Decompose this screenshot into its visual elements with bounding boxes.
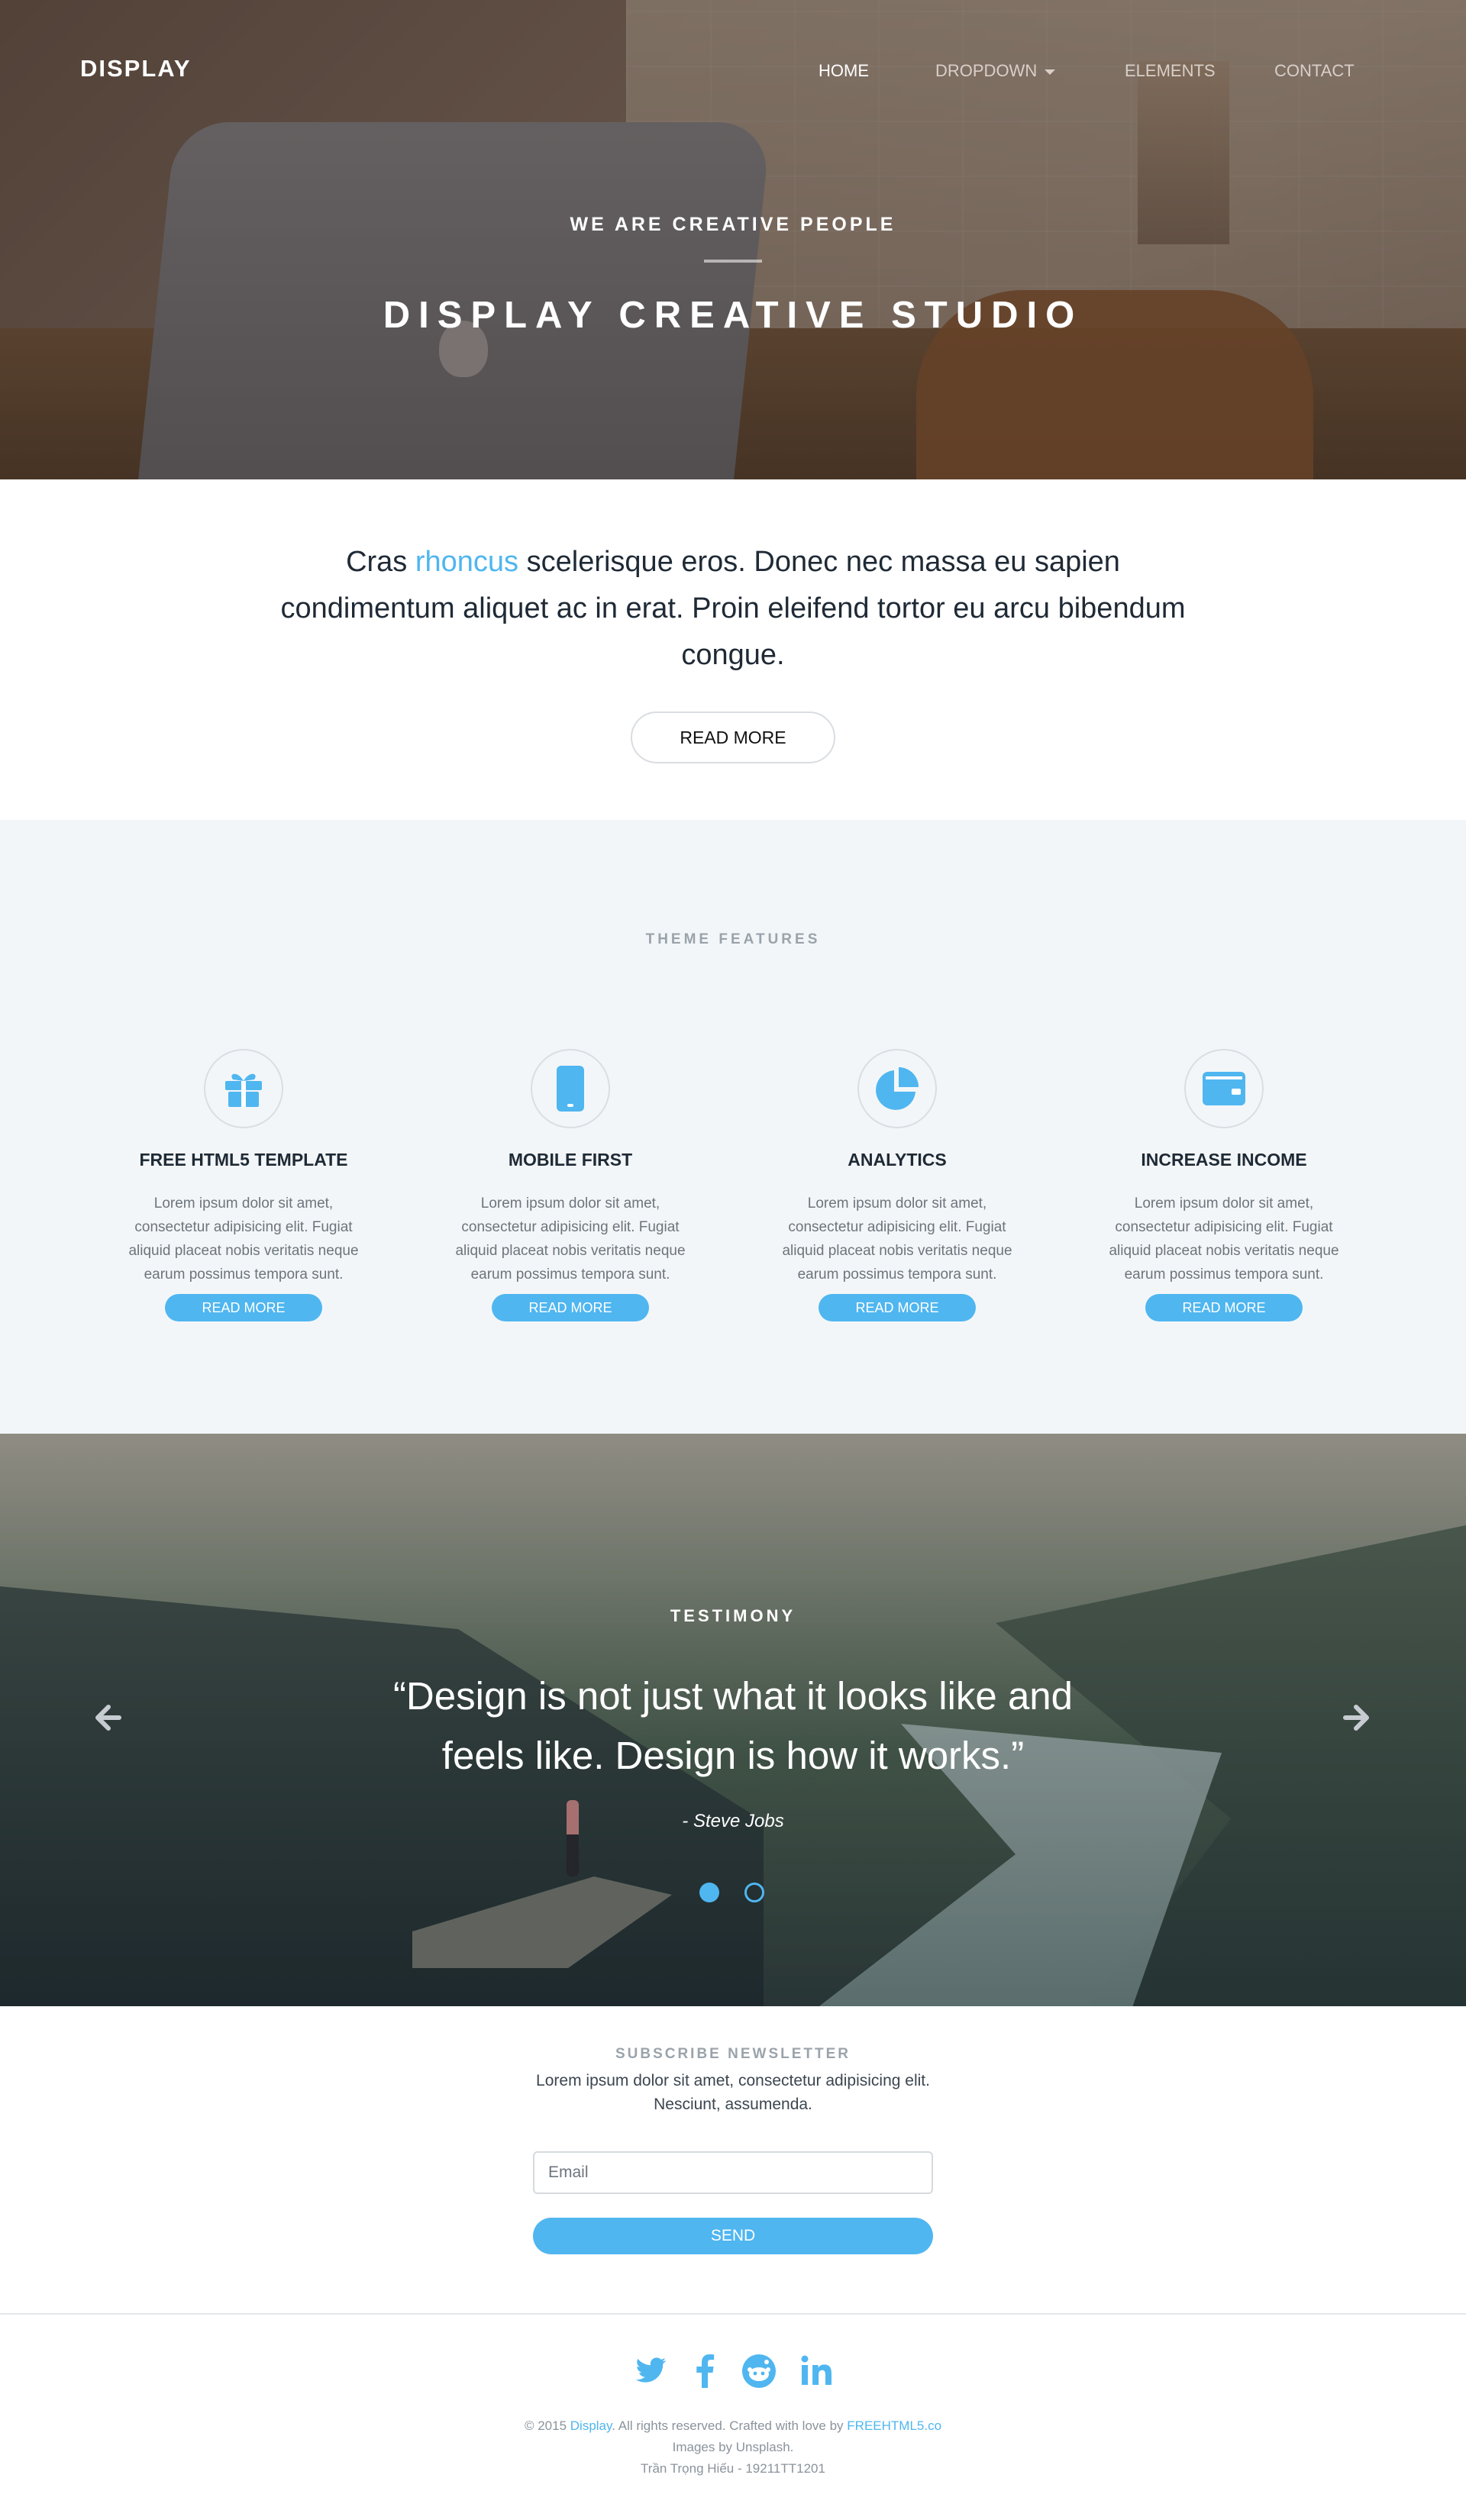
newsletter-heading: SUBSCRIBE NEWSLETTER [615,2046,851,2062]
caret-down-icon [1045,69,1056,75]
testimony-section: TESTIMONY “Design is not just what it lo… [0,1434,1466,2006]
carousel-dot-active[interactable] [699,1883,719,1902]
intro-text-start: Cras [346,546,415,578]
feature-text: Lorem ipsum dolor sit amet, consectetur … [782,1195,1012,1283]
send-button[interactable]: SEND [533,2218,933,2254]
hero-divider [704,260,762,263]
feature-icon-circle [1184,1049,1264,1128]
features-section: THEME FEATURES FREE HTML5 TEMPLATE Lorem… [0,820,1466,1434]
copyright-line: © 2015 Display. All rights reserved. Cra… [0,2415,1466,2437]
footer: © 2015 Display. All rights reserved. Cra… [0,2313,1466,2520]
feature-icon-circle [531,1049,610,1128]
carousel-dot[interactable] [744,1883,764,1902]
feature-icon-circle [857,1049,937,1128]
mobile-icon [557,1066,584,1112]
hero-subtitle: WE ARE CREATIVE PEOPLE [570,214,896,235]
images-credit: Images by Unsplash. [672,2440,794,2454]
nav-item-elements[interactable]: ELEMENTS [1125,61,1216,81]
feature-card: FREE HTML5 TEMPLATE Lorem ipsum dolor si… [87,1049,400,1321]
intro-read-more-button[interactable]: READ MORE [631,711,835,763]
nav-item-home[interactable]: HOME [819,61,869,81]
arrow-right-icon[interactable] [1333,1696,1376,1739]
freehtml5-link[interactable]: FREEHTML5.co [847,2418,941,2433]
feature-title: INCREASE INCOME [1141,1150,1307,1170]
feature-text: Lorem ipsum dolor sit amet, consectetur … [455,1195,686,1283]
newsletter-text: Lorem ipsum dolor sit amet, consectetur … [536,2072,930,2113]
feature-card: INCREASE INCOME Lorem ipsum dolor sit am… [1067,1049,1380,1321]
nav-item-dropdown[interactable]: DROPDOWN [935,61,1056,81]
feature-title: FREE HTML5 TEMPLATE [139,1150,348,1170]
testimony-author: - Steve Jobs [682,1811,784,1831]
nav-item-dropdown-label: DROPDOWN [935,61,1038,80]
feature-card: MOBILE FIRST Lorem ipsum dolor sit amet,… [414,1049,727,1321]
footer-copyright: © 2015 Display. All rights reserved. Cra… [0,2415,1466,2480]
pie-chart-icon [876,1067,919,1110]
twitter-icon[interactable] [632,2353,669,2389]
testimony-heading: TESTIMONY [670,1606,796,1625]
gift-icon [225,1073,262,1107]
linkedin-icon[interactable] [799,2353,835,2389]
feature-read-more-button[interactable]: READ MORE [165,1294,322,1321]
author-credit: Trần Trọng Hiếu - 19211TT1201 [641,2461,825,2476]
nav-item-contact[interactable]: CONTACT [1274,61,1355,81]
feature-read-more-button[interactable]: READ MORE [1145,1294,1303,1321]
copyright-middle: . All rights reserved. Crafted with love… [612,2418,848,2433]
intro-text: Cras rhoncus scelerisque eros. Donec nec… [275,539,1191,679]
feature-read-more-button[interactable]: READ MORE [492,1294,649,1321]
intro-highlight: rhoncus [415,546,519,578]
feature-read-more-button[interactable]: READ MORE [819,1294,976,1321]
copyright-prefix: © 2015 [524,2418,570,2433]
feature-title: MOBILE FIRST [508,1150,633,1170]
feature-card: ANALYTICS Lorem ipsum dolor sit amet, co… [741,1049,1054,1321]
intro-section: Cras rhoncus scelerisque eros. Donec nec… [0,479,1466,820]
feature-text: Lorem ipsum dolor sit amet, consectetur … [128,1195,359,1283]
brand-link[interactable]: Display [570,2418,612,2433]
testimony-quote: “Design is not just what it looks like a… [392,1674,1074,1777]
feature-icon-circle [204,1049,283,1128]
feature-title: ANALYTICS [848,1150,947,1170]
hero-section: DISPLAY HOME DROPDOWN ELEMENTS CONTACT W… [0,0,1466,479]
arrow-left-icon[interactable] [89,1696,131,1739]
wallet-icon [1203,1072,1245,1105]
hero-title: DISPLAY CREATIVE STUDIO [383,295,1083,336]
facebook-icon[interactable] [687,2353,724,2389]
reddit-icon[interactable] [741,2353,777,2389]
feature-text: Lorem ipsum dolor sit amet, consectetur … [1109,1195,1339,1283]
newsletter-section: SUBSCRIBE NEWSLETTER Lorem ipsum dolor s… [0,2006,1466,2313]
top-navbar: DISPLAY HOME DROPDOWN ELEMENTS CONTACT [0,0,1466,142]
brand-logo[interactable]: DISPLAY [80,55,192,82]
features-heading: THEME FEATURES [645,931,821,947]
email-field[interactable] [533,2151,933,2194]
